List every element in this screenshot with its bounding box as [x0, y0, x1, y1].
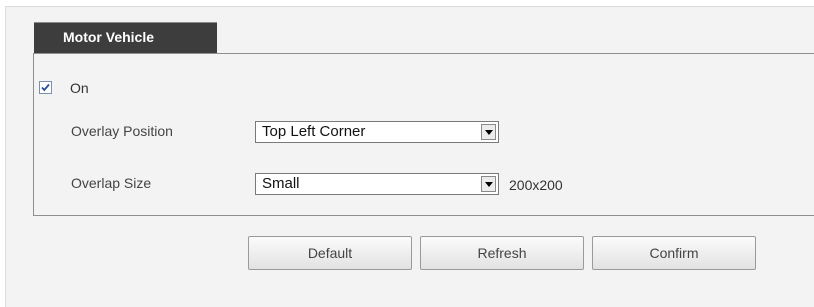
- overlap-size-select[interactable]: Small: [255, 173, 499, 195]
- overlap-size-label: Overlap Size: [71, 175, 152, 191]
- check-icon: [41, 83, 50, 92]
- refresh-button[interactable]: Refresh: [420, 236, 584, 270]
- overlay-position-dropdown-button[interactable]: [481, 124, 496, 140]
- tab-label: Motor Vehicle: [63, 29, 155, 45]
- on-checkbox[interactable]: [39, 81, 52, 94]
- overlay-position-label: Overlay Position: [71, 123, 173, 139]
- chevron-down-icon: [485, 130, 493, 135]
- tab-motor-vehicle[interactable]: Motor Vehicle: [34, 22, 217, 54]
- overlap-size-value: Small: [262, 175, 300, 192]
- overlap-size-dimension: 200x200: [509, 177, 563, 193]
- chevron-down-icon: [485, 182, 493, 187]
- confirm-button[interactable]: Confirm: [592, 236, 756, 270]
- default-button[interactable]: Default: [248, 236, 412, 270]
- overlay-position-select[interactable]: Top Left Corner: [255, 121, 499, 143]
- overlap-size-dropdown-button[interactable]: [481, 176, 496, 192]
- on-label: On: [70, 80, 89, 96]
- overlay-position-value: Top Left Corner: [262, 123, 366, 140]
